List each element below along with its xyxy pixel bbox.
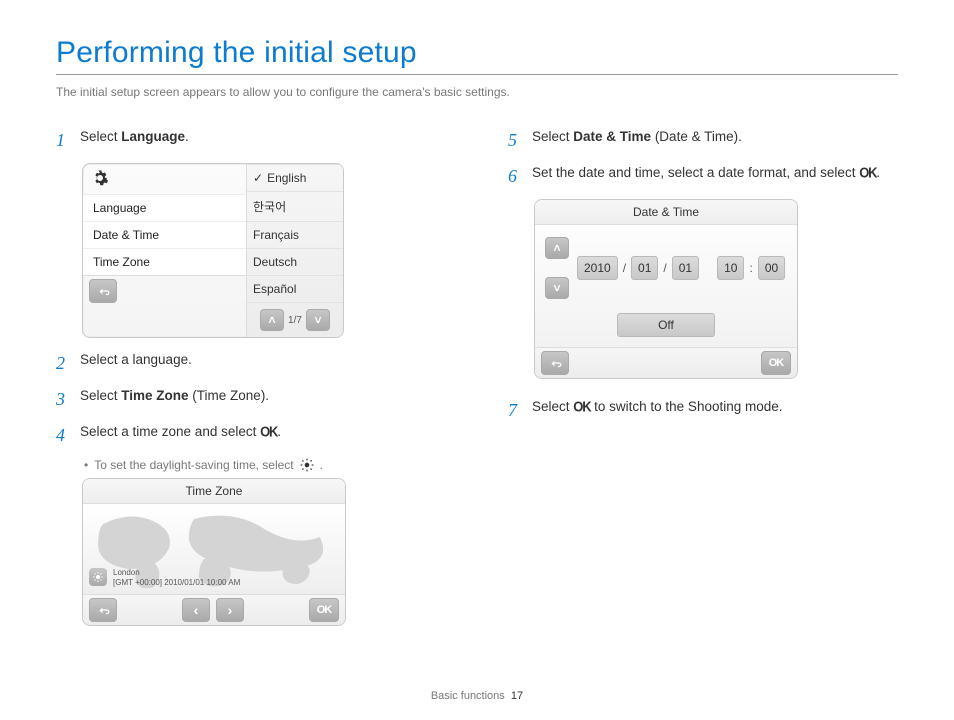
next-button[interactable]: › [216, 598, 244, 622]
ok-glyph: OK [260, 422, 277, 444]
step-text: Select [80, 388, 121, 403]
menu-item-timezone[interactable]: Time Zone [83, 248, 246, 275]
step-number: 6 [508, 163, 532, 189]
step-1: 1 Select Language. [56, 127, 446, 153]
note-text: To set the daylight-saving time, select [94, 458, 293, 472]
timezone-panel: Time Zone [82, 478, 346, 626]
intro-text: The initial setup screen appears to allo… [56, 85, 898, 99]
hour-field[interactable]: 10 [717, 256, 744, 280]
step-4-note: To set the daylight-saving time, select … [84, 458, 446, 472]
month-field[interactable]: 01 [631, 256, 658, 280]
back-button[interactable] [89, 598, 117, 622]
step-bold: Date & Time [573, 129, 651, 144]
world-map[interactable]: London [GMT +00:00] 2010/01/01 10:00 AM [83, 504, 345, 594]
footer-section: Basic functions [431, 690, 505, 702]
page-indicator: 1/7 [288, 315, 302, 326]
step-text: Select [532, 129, 573, 144]
step-number: 4 [56, 422, 80, 448]
date-format-button[interactable]: Off [617, 313, 715, 337]
settings-header [83, 164, 246, 194]
page-down-button[interactable]: ˅ [306, 309, 330, 331]
page-title: Performing the initial setup [56, 36, 898, 70]
step-text: Select a language. [80, 350, 446, 376]
datetime-title: Date & Time [535, 200, 797, 225]
menu-item-language[interactable]: Language [83, 194, 246, 221]
lang-option-francais[interactable]: Français [247, 221, 343, 248]
tz-meta: [GMT +00:00] 2010/01/01 10:00 AM [113, 578, 240, 588]
footer-page: 17 [511, 690, 523, 702]
ok-glyph: OK [573, 397, 590, 419]
lang-option-espanol[interactable]: Español [247, 275, 343, 302]
step-text: Set the date and time, select a date for… [532, 165, 859, 180]
day-field[interactable]: 01 [672, 256, 699, 280]
step-bold: Time Zone [121, 388, 188, 403]
back-button[interactable] [541, 351, 569, 375]
page-footer: Basic functions 17 [0, 690, 954, 702]
ok-button[interactable]: OK [309, 598, 339, 622]
prev-button[interactable]: ‹ [182, 598, 210, 622]
step-number: 2 [56, 350, 80, 376]
page-up-button[interactable]: ˄ [260, 309, 284, 331]
lang-option-deutsch[interactable]: Deutsch [247, 248, 343, 275]
left-column: 1 Select Language. Language Date & Time … [56, 121, 446, 638]
step-5: 5 Select Date & Time (Date & Time). [508, 127, 898, 153]
lang-option-korean[interactable]: 한국어 [247, 191, 343, 221]
value-up-button[interactable]: ˄ [545, 237, 569, 259]
step-6: 6 Set the date and time, select a date f… [508, 163, 898, 189]
step-text: Select [80, 129, 121, 144]
timezone-title: Time Zone [83, 479, 345, 504]
step-7: 7 Select OK to switch to the Shooting mo… [508, 397, 898, 423]
minute-field[interactable]: 00 [758, 256, 785, 280]
tz-city: London [113, 568, 240, 578]
right-column: 5 Select Date & Time (Date & Time). 6 Se… [508, 121, 898, 638]
step-4: 4 Select a time zone and select OK. [56, 422, 446, 448]
step-bold: Language [121, 129, 185, 144]
step-number: 5 [508, 127, 532, 153]
year-field[interactable]: 2010 [577, 256, 618, 280]
datetime-panel: Date & Time ˄ ˅ 2010 / 01 / 01 10 [534, 199, 798, 379]
step-2: 2 Select a language. [56, 350, 446, 376]
gear-icon [91, 169, 109, 190]
ok-glyph: OK [859, 163, 876, 185]
step-text: Select [532, 399, 573, 414]
language-panel: Language Date & Time Time Zone English 한… [82, 163, 344, 338]
dst-button[interactable] [89, 568, 107, 586]
step-text: Select a time zone and select [80, 424, 260, 439]
back-button[interactable] [89, 279, 117, 303]
menu-item-datetime[interactable]: Date & Time [83, 221, 246, 248]
value-down-button[interactable]: ˅ [545, 277, 569, 299]
lang-option-english[interactable]: English [247, 164, 343, 191]
title-rule [56, 74, 898, 75]
step-number: 3 [56, 386, 80, 412]
step-number: 1 [56, 127, 80, 153]
ok-button[interactable]: OK [761, 351, 791, 375]
step-number: 7 [508, 397, 532, 423]
step-3: 3 Select Time Zone (Time Zone). [56, 386, 446, 412]
sun-icon [300, 458, 314, 472]
